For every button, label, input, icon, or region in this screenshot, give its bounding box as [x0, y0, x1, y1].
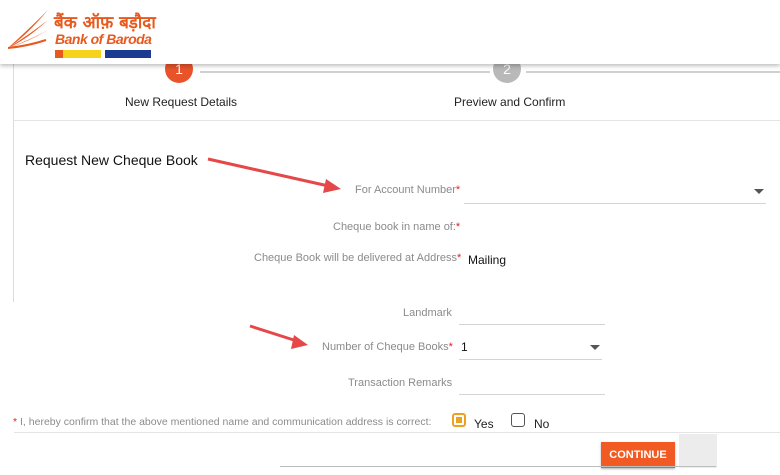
num-books-value: 1 — [461, 340, 468, 354]
account-number-underline — [464, 203, 766, 204]
form-title: Request New Cheque Book — [25, 152, 198, 168]
num-books-label: Number of Cheque Books* — [322, 341, 453, 353]
confirm-yes-label[interactable]: Yes — [474, 417, 494, 431]
delivery-address-value: Mailing — [468, 253, 507, 267]
confirm-yes-checkbox[interactable] — [452, 413, 466, 427]
bank-logo[interactable]: बैंक ऑफ़ बड़ौदा Bank of Baroda — [4, 4, 156, 60]
landmark-input[interactable] — [459, 302, 605, 325]
landmark-underline — [459, 324, 605, 325]
num-books-select[interactable]: 1 — [459, 335, 602, 360]
content-left-border — [13, 64, 14, 302]
footer-rule — [280, 466, 716, 467]
step-1-label: New Request Details — [125, 95, 238, 109]
secondary-action-area — [679, 434, 717, 468]
continue-button[interactable]: CONTINUE — [601, 442, 675, 468]
delivery-address-label: Cheque Book will be delivered at Address… — [254, 252, 462, 264]
step-2-label: Preview and Confirm — [454, 95, 566, 109]
annotation-arrow-icon — [207, 157, 341, 193]
confirmation-text: * I, hereby confirm that the above menti… — [13, 416, 432, 428]
bank-name-hindi: बैंक ऑफ़ बड़ौदा — [54, 13, 156, 33]
bank-logo-icon — [7, 10, 48, 49]
stepper-divider — [14, 120, 780, 121]
app-header: बैंक ऑफ़ बड़ौदा Bank of Baroda — [0, 0, 780, 64]
account-number-label: For Account Number* — [355, 184, 461, 196]
annotation-arrow-icon — [249, 324, 308, 349]
chevron-down-icon — [590, 345, 600, 350]
bank-logo-strip — [55, 50, 151, 58]
confirm-no-label[interactable]: No — [534, 417, 549, 431]
stepper-connector — [200, 71, 490, 73]
remarks-underline — [459, 394, 605, 395]
cheque-name-label: Cheque book in name of:* — [333, 221, 461, 233]
landmark-label: Landmark — [403, 307, 452, 319]
stepper-connector-tail — [526, 71, 780, 73]
account-number-select[interactable] — [464, 178, 766, 204]
num-books-underline — [459, 359, 602, 360]
remarks-input[interactable] — [459, 371, 605, 395]
confirm-no-checkbox[interactable] — [511, 413, 525, 427]
remarks-label: Transaction Remarks — [348, 377, 453, 389]
actions-divider — [14, 432, 780, 433]
chevron-down-icon — [754, 189, 764, 194]
bank-name-english: Bank of Baroda — [55, 31, 152, 47]
